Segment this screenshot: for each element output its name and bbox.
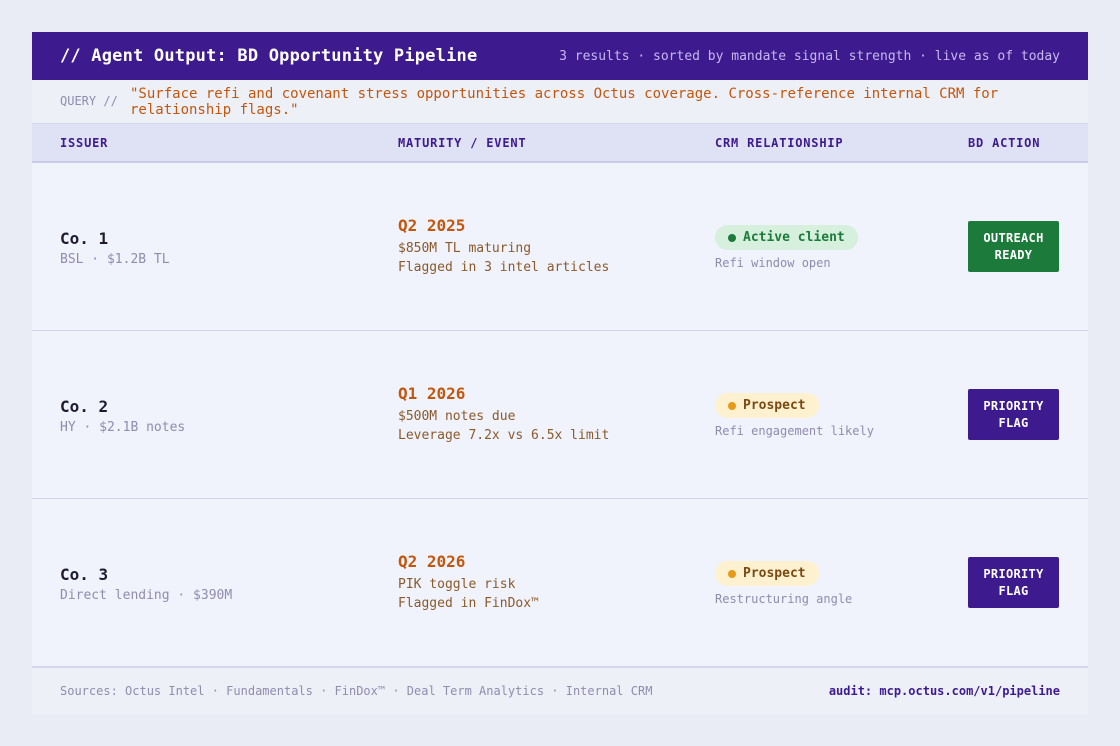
table-row[interactable]: Co. 2 HY · $2.1B notes Q1 2026 $500M not… [32, 331, 1088, 499]
issuer-name: Co. 1 [60, 229, 109, 248]
event-date: Q2 2026 [398, 552, 466, 571]
status-dot-icon [728, 569, 736, 578]
bd-action-button[interactable]: PRIORITY FLAG [968, 557, 1059, 608]
event-line: Leverage 7.2x vs 6.5x limit [398, 428, 610, 443]
panel-footer: Sources: Octus Intel · Fundamentals · Fi… [32, 667, 1088, 713]
event-line: Flagged in 3 intel articles [398, 260, 610, 275]
col-header-crm[interactable]: CRM RELATIONSHIP [715, 136, 843, 150]
crm-status-badge: Prospect [715, 561, 819, 586]
issuer-detail: Direct lending · $390M [60, 588, 233, 603]
maturity-cell: Q1 2026 $500M notes due Leverage 7.2x vs… [398, 384, 609, 443]
crm-cell: Prospect Refi engagement likely [715, 393, 874, 438]
issuer-name: Co. 2 [60, 397, 109, 416]
col-header-issuer[interactable]: ISSUER [60, 136, 108, 150]
panel-title: // Agent Output: BD Opportunity Pipeline [60, 46, 478, 66]
table-header: ISSUER MATURITY / EVENT CRM RELATIONSHIP… [32, 124, 1088, 163]
event-line: $500M notes due [398, 409, 516, 424]
table-row[interactable]: Co. 3 Direct lending · $390M Q2 2026 PIK… [32, 499, 1088, 667]
event-line: Flagged in FinDox™ [398, 596, 539, 611]
crm-status-label: Prospect [743, 566, 806, 581]
event-date: Q2 2025 [398, 216, 466, 235]
issuer-cell: Co. 2 HY · $2.1B notes [60, 397, 185, 435]
table-row[interactable]: Co. 1 BSL · $1.2B TL Q2 2025 $850M TL ma… [32, 163, 1088, 331]
bd-action-button[interactable]: OUTREACH READY [968, 221, 1059, 272]
col-header-maturity[interactable]: MATURITY / EVENT [398, 136, 526, 150]
crm-status-badge: Active client [715, 225, 858, 250]
issuer-cell: Co. 1 BSL · $1.2B TL [60, 229, 170, 267]
maturity-cell: Q2 2026 PIK toggle risk Flagged in FinDo… [398, 552, 539, 611]
query-bar: QUERY // "Surface refi and covenant stre… [32, 80, 1088, 124]
panel-header: // Agent Output: BD Opportunity Pipeline… [32, 32, 1088, 80]
issuer-name: Co. 3 [60, 565, 109, 584]
crm-note: Refi engagement likely [715, 424, 874, 438]
query-label: QUERY // [60, 94, 118, 108]
crm-cell: Prospect Restructuring angle [715, 561, 852, 606]
maturity-cell: Q2 2025 $850M TL maturing Flagged in 3 i… [398, 216, 609, 275]
results-meta: 3 results · sorted by mandate signal str… [559, 48, 1060, 64]
query-text: "Surface refi and covenant stress opport… [130, 86, 999, 118]
event-line: $850M TL maturing [398, 241, 532, 256]
crm-note: Restructuring angle [715, 592, 853, 606]
status-dot-icon [728, 401, 736, 410]
crm-status-label: Prospect [743, 398, 806, 413]
status-dot-icon [728, 233, 736, 242]
crm-cell: Active client Refi window open [715, 225, 858, 270]
audit-link[interactable]: audit: mcp.octus.com/v1/pipeline [829, 684, 1060, 698]
event-date: Q1 2026 [398, 384, 466, 403]
crm-status-label: Active client [743, 230, 845, 245]
event-line: PIK toggle risk [398, 577, 516, 592]
crm-status-badge: Prospect [715, 393, 819, 418]
pipeline-panel: // Agent Output: BD Opportunity Pipeline… [32, 32, 1088, 714]
col-header-action[interactable]: BD ACTION [968, 136, 1040, 150]
issuer-detail: BSL · $1.2B TL [60, 252, 170, 267]
sources-text: Sources: Octus Intel · Fundamentals · Fi… [60, 683, 653, 698]
bd-action-button[interactable]: PRIORITY FLAG [968, 389, 1059, 440]
issuer-cell: Co. 3 Direct lending · $390M [60, 565, 232, 603]
crm-note: Refi window open [715, 256, 831, 270]
issuer-detail: HY · $2.1B notes [60, 420, 186, 435]
